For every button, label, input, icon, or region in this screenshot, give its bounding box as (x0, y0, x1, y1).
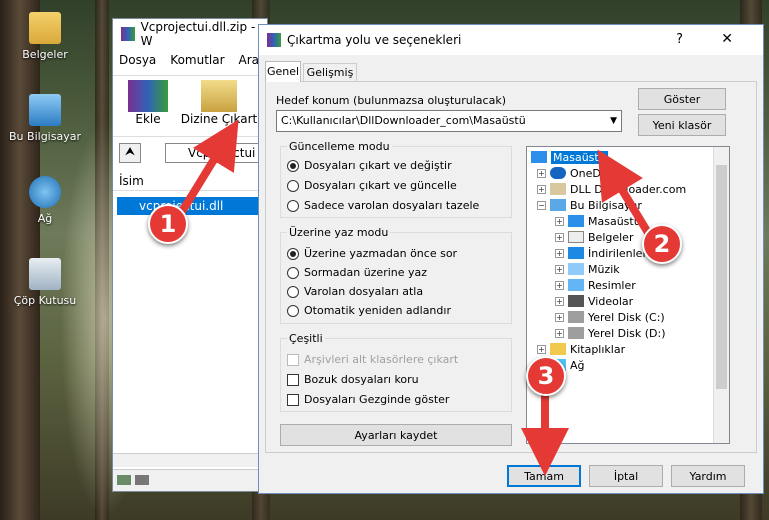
tab-general[interactable]: Genel (265, 61, 301, 82)
arrow-2 (597, 149, 654, 239)
arrow-1 (174, 119, 239, 221)
step-marker-1: 1 (148, 204, 188, 244)
step-marker-3: 3 (526, 356, 566, 396)
step-marker-2: 2 (642, 224, 682, 264)
